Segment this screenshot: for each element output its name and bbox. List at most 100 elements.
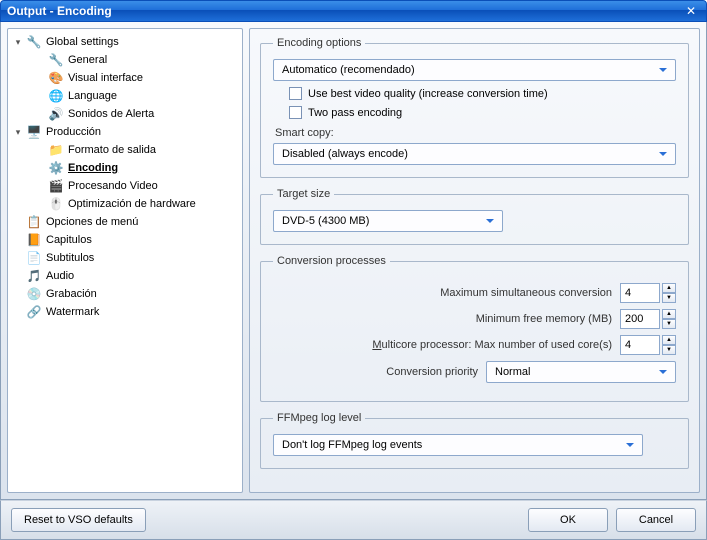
encoding-options-group: Encoding options Automatico (recomendado… bbox=[260, 37, 689, 178]
sidebar-item-optimizaci-n-de-hardware[interactable]: 🖱️Optimización de hardware bbox=[10, 195, 240, 213]
encoding-mode-value: Automatico (recomendado) bbox=[282, 64, 655, 76]
conversion-processes-group: Conversion processes Maximum simultaneou… bbox=[260, 255, 689, 402]
tree-toggle-icon[interactable]: ▾ bbox=[12, 127, 24, 138]
cancel-button[interactable]: Cancel bbox=[616, 508, 696, 532]
sidebar-item-capitulos[interactable]: 📙 Capitulos bbox=[10, 231, 240, 249]
sidebar-item-label: Audio bbox=[46, 270, 74, 282]
chevron-down-icon bbox=[482, 213, 498, 229]
sidebar-item-icon: 🔊 bbox=[48, 106, 64, 122]
sidebar-item-label: Producción bbox=[46, 126, 101, 138]
multicore-label: Multicore processor: Max number of used … bbox=[273, 339, 612, 351]
multicore-spin-buttons: ▲ ▼ bbox=[662, 335, 676, 355]
encoding-options-legend: Encoding options bbox=[273, 37, 365, 49]
target-size-dropdown[interactable]: DVD-5 (4300 MB) bbox=[273, 210, 503, 232]
max-sim-label: Maximum simultaneous conversion bbox=[273, 287, 612, 299]
sidebar-item-subtitulos[interactable]: 📄Subtitulos bbox=[10, 249, 240, 267]
max-sim-spin-buttons: ▲ ▼ bbox=[662, 283, 676, 303]
smart-copy-value: Disabled (always encode) bbox=[282, 148, 655, 160]
target-size-legend: Target size bbox=[273, 188, 334, 200]
sidebar-item-opciones-de-men-[interactable]: 📋Opciones de menú bbox=[10, 213, 240, 231]
sidebar-item-grabaci-n[interactable]: 💿 Grabación bbox=[10, 285, 240, 303]
min-mem-spinner: ▲ ▼ bbox=[620, 309, 676, 329]
sidebar-item-label: Formato de salida bbox=[68, 144, 156, 156]
ffmpeg-log-dropdown[interactable]: Don't log FFMpeg log events bbox=[273, 434, 643, 456]
spin-up-icon[interactable]: ▲ bbox=[662, 335, 676, 345]
sidebar-item-audio[interactable]: 🎵 Audio bbox=[10, 267, 240, 285]
sidebar-item-icon: 📋 bbox=[26, 214, 42, 230]
chevron-down-icon bbox=[655, 146, 671, 162]
spin-up-icon[interactable]: ▲ bbox=[662, 283, 676, 293]
sidebar-item-formato-de-salida[interactable]: 📁 Formato de salida bbox=[10, 141, 240, 159]
spin-down-icon[interactable]: ▼ bbox=[662, 319, 676, 329]
ok-button[interactable]: OK bbox=[528, 508, 608, 532]
sidebar: ▾🔧Global settings🔧General🎨Visual interfa… bbox=[7, 28, 243, 493]
multicore-spinner: ▲ ▼ bbox=[620, 335, 676, 355]
sidebar-item-label: Optimización de hardware bbox=[68, 198, 196, 210]
spin-down-icon[interactable]: ▼ bbox=[662, 345, 676, 355]
sidebar-item-global-settings[interactable]: ▾🔧 Global settings bbox=[10, 33, 240, 51]
sidebar-item-label: Watermark bbox=[46, 306, 99, 318]
max-sim-row: Maximum simultaneous conversion ▲ ▼ bbox=[273, 283, 676, 303]
spin-down-icon[interactable]: ▼ bbox=[662, 293, 676, 303]
sidebar-item-general[interactable]: 🔧General bbox=[10, 51, 240, 69]
sidebar-item-sonidos-de-alerta[interactable]: 🔊Sonidos de Alerta bbox=[10, 105, 240, 123]
best-quality-checkbox[interactable] bbox=[289, 87, 302, 100]
sidebar-item-watermark[interactable]: 🔗 Watermark bbox=[10, 303, 240, 321]
priority-dropdown[interactable]: Normal bbox=[486, 361, 676, 383]
smart-copy-dropdown[interactable]: Disabled (always encode) bbox=[273, 143, 676, 165]
sidebar-item-icon: 🔧 bbox=[26, 34, 42, 50]
priority-label: Conversion priority bbox=[273, 366, 478, 378]
ffmpeg-log-legend: FFMpeg log level bbox=[273, 412, 365, 424]
window-body: ▾🔧Global settings🔧General🎨Visual interfa… bbox=[0, 22, 707, 500]
best-quality-row: Use best video quality (increase convers… bbox=[289, 87, 676, 100]
titlebar: Output - Encoding ✕ bbox=[0, 0, 707, 22]
sidebar-item-icon: 🎵 bbox=[26, 268, 42, 284]
footer: Reset to VSO defaults OK Cancel bbox=[0, 500, 707, 540]
sidebar-item-icon: 🖥️ bbox=[26, 124, 42, 140]
sidebar-item-label: Capitulos bbox=[46, 234, 92, 246]
window-title: Output - Encoding bbox=[7, 4, 682, 18]
reset-defaults-button[interactable]: Reset to VSO defaults bbox=[11, 508, 146, 532]
tree-toggle-icon[interactable]: ▾ bbox=[12, 37, 24, 48]
sidebar-item-producci-n[interactable]: ▾🖥️ Producción bbox=[10, 123, 240, 141]
main-panel: Encoding options Automatico (recomendado… bbox=[249, 28, 700, 493]
sidebar-item-icon: 💿 bbox=[26, 286, 42, 302]
sidebar-item-visual-interface[interactable]: 🎨 Visual interface bbox=[10, 69, 240, 87]
sidebar-item-icon: 🔗 bbox=[26, 304, 42, 320]
ffmpeg-log-value: Don't log FFMpeg log events bbox=[282, 439, 622, 451]
close-icon[interactable]: ✕ bbox=[682, 3, 700, 19]
min-mem-row: Minimum free memory (MB) ▲ ▼ bbox=[273, 309, 676, 329]
two-pass-label: Two pass encoding bbox=[308, 107, 402, 119]
sidebar-item-label: Grabación bbox=[46, 288, 97, 300]
spin-up-icon[interactable]: ▲ bbox=[662, 309, 676, 319]
multicore-input[interactable] bbox=[620, 335, 660, 355]
sidebar-item-label: Language bbox=[68, 90, 117, 102]
encoding-mode-dropdown[interactable]: Automatico (recomendado) bbox=[273, 59, 676, 81]
sidebar-item-icon: 🌐 bbox=[48, 88, 64, 104]
ffmpeg-log-group: FFMpeg log level Don't log FFMpeg log ev… bbox=[260, 412, 689, 469]
sidebar-item-label: Procesando Video bbox=[68, 180, 158, 192]
min-mem-input[interactable] bbox=[620, 309, 660, 329]
max-sim-input[interactable] bbox=[620, 283, 660, 303]
sidebar-item-icon: 📙 bbox=[26, 232, 42, 248]
conversion-processes-legend: Conversion processes bbox=[273, 255, 390, 267]
sidebar-item-language[interactable]: 🌐 Language bbox=[10, 87, 240, 105]
min-mem-spin-buttons: ▲ ▼ bbox=[662, 309, 676, 329]
multicore-row: Multicore processor: Max number of used … bbox=[273, 335, 676, 355]
chevron-down-icon bbox=[655, 364, 671, 380]
sidebar-item-icon: 🎨 bbox=[48, 70, 64, 86]
best-quality-label: Use best video quality (increase convers… bbox=[308, 88, 548, 100]
min-mem-label: Minimum free memory (MB) bbox=[273, 313, 612, 325]
sidebar-item-icon: 🎬 bbox=[48, 178, 64, 194]
sidebar-item-label: General bbox=[68, 54, 107, 66]
two-pass-checkbox[interactable] bbox=[289, 106, 302, 119]
sidebar-item-label: Global settings bbox=[46, 36, 119, 48]
sidebar-item-label: Subtitulos bbox=[46, 252, 94, 264]
two-pass-row: Two pass encoding bbox=[289, 106, 676, 119]
max-sim-spinner: ▲ ▼ bbox=[620, 283, 676, 303]
sidebar-item-procesando-video[interactable]: 🎬 Procesando Video bbox=[10, 177, 240, 195]
target-size-group: Target size DVD-5 (4300 MB) bbox=[260, 188, 689, 245]
sidebar-item-label: Visual interface bbox=[68, 72, 143, 84]
sidebar-item-encoding[interactable]: ⚙️Encoding bbox=[10, 159, 240, 177]
sidebar-item-icon: 📁 bbox=[48, 142, 64, 158]
